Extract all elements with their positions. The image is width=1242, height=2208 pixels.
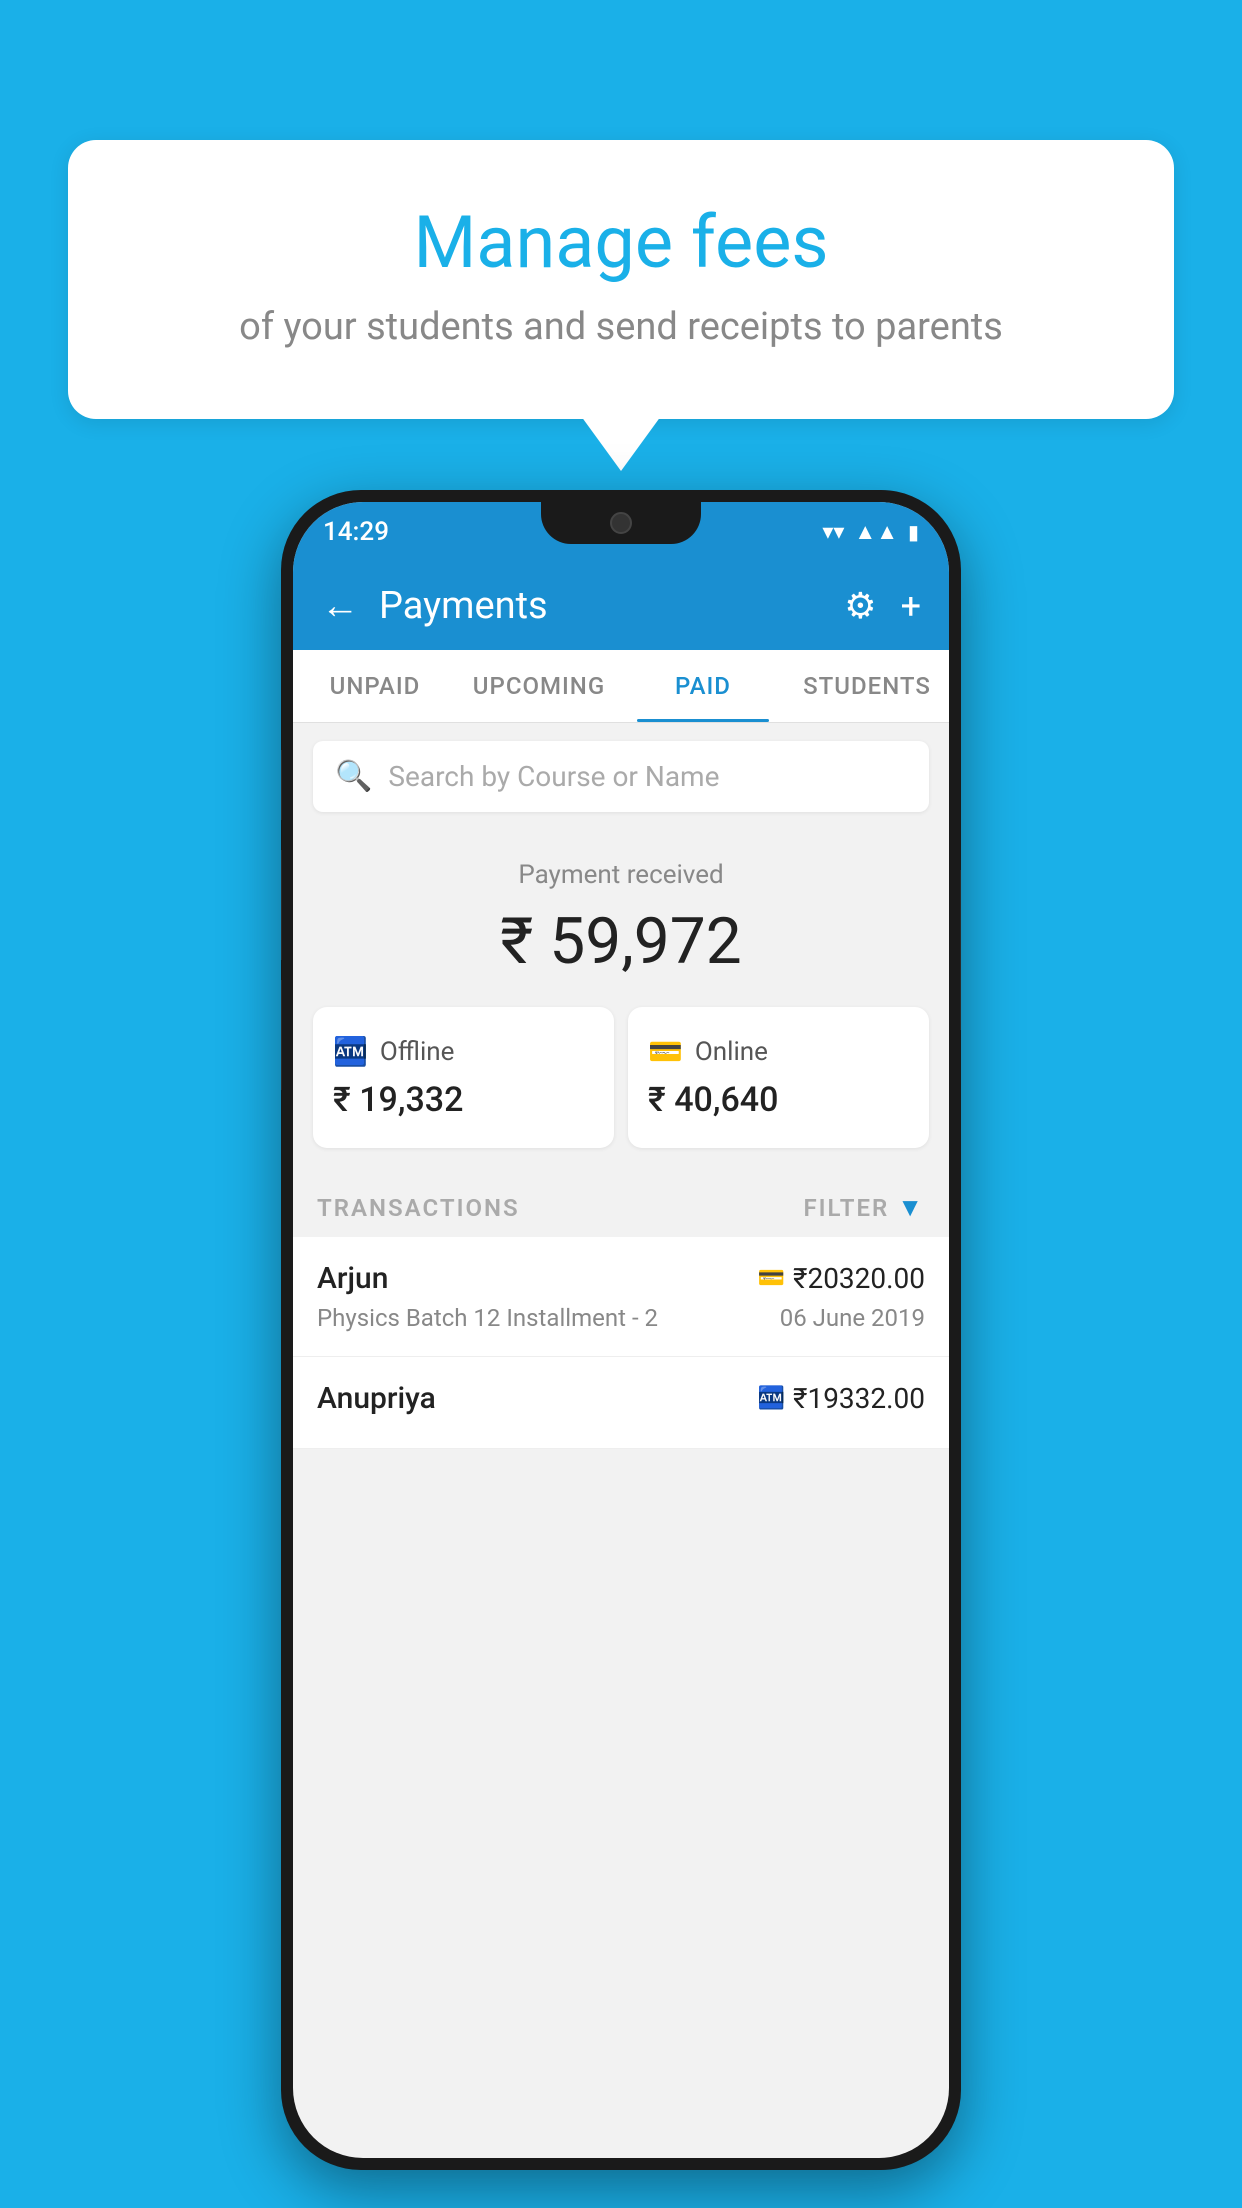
wifi-icon: ▾▾: [822, 520, 844, 545]
tab-students[interactable]: STUDENTS: [785, 650, 949, 722]
online-card: 💳 Online ₹ 40,640: [628, 1007, 929, 1148]
status-icons: ▾▾ ▲▲ ▮: [822, 519, 919, 545]
transaction-name: Anupriya: [317, 1381, 436, 1416]
cash-payment-icon: 🏧: [758, 1386, 785, 1411]
side-button-vol-down2: [281, 980, 282, 1090]
camera: [610, 512, 632, 534]
app-bar: ← Payments ⚙ +: [293, 562, 949, 650]
card-payment-icon: 💳: [758, 1266, 785, 1291]
tab-bar: UNPAID UPCOMING PAID STUDENTS: [293, 650, 949, 723]
bubble-subtitle: of your students and send receipts to pa…: [118, 305, 1124, 349]
settings-icon[interactable]: ⚙: [844, 585, 876, 627]
table-row[interactable]: Arjun 💳 ₹20320.00 Physics Batch 12 Insta…: [293, 1237, 949, 1357]
phone-mockup: 14:29 ▾▾ ▲▲ ▮ ← Payments ⚙ + UNPAID: [281, 490, 961, 2170]
battery-icon: ▮: [908, 520, 919, 544]
speech-bubble: Manage fees of your students and send re…: [68, 140, 1174, 419]
search-icon: 🔍: [335, 759, 372, 794]
transaction-date: 06 June 2019: [780, 1304, 925, 1332]
table-row[interactable]: Anupriya 🏧 ₹19332.00: [293, 1357, 949, 1449]
payment-received-label: Payment received: [313, 860, 929, 890]
filter-button[interactable]: FILTER ▼: [803, 1192, 925, 1223]
phone-frame: 14:29 ▾▾ ▲▲ ▮ ← Payments ⚙ + UNPAID: [281, 490, 961, 2170]
online-amount: ₹ 40,640: [648, 1080, 909, 1120]
transaction-course: Physics Batch 12 Installment - 2: [317, 1304, 658, 1332]
offline-icon: 🏧: [333, 1035, 368, 1068]
offline-card: 🏧 Offline ₹ 19,332: [313, 1007, 614, 1148]
payment-received-section: Payment received ₹ 59,972: [293, 830, 949, 1007]
side-button-vol-up: [281, 750, 282, 820]
filter-icon: ▼: [897, 1192, 925, 1223]
add-icon[interactable]: +: [901, 585, 921, 627]
payment-cards: 🏧 Offline ₹ 19,332 💳 Online ₹ 40,640: [293, 1007, 949, 1170]
app-bar-title: Payments: [379, 584, 824, 628]
app-bar-actions: ⚙ +: [844, 585, 921, 627]
phone-screen: 14:29 ▾▾ ▲▲ ▮ ← Payments ⚙ + UNPAID: [293, 502, 949, 2158]
status-time: 14:29: [323, 517, 389, 547]
offline-label: Offline: [380, 1037, 455, 1067]
transactions-label: TRANSACTIONS: [317, 1194, 520, 1222]
phone-notch: [541, 502, 701, 544]
back-button[interactable]: ←: [321, 584, 359, 628]
transaction-amount: 💳 ₹20320.00: [758, 1262, 925, 1295]
search-bar[interactable]: 🔍 Search by Course or Name: [313, 741, 929, 812]
tab-unpaid[interactable]: UNPAID: [293, 650, 457, 722]
offline-amount: ₹ 19,332: [333, 1080, 594, 1120]
signal-icon: ▲▲: [854, 519, 898, 545]
filter-label: FILTER: [803, 1194, 889, 1222]
tab-paid[interactable]: PAID: [621, 650, 785, 722]
transaction-amount: 🏧 ₹19332.00: [758, 1382, 925, 1415]
tab-upcoming[interactable]: UPCOMING: [457, 650, 621, 722]
transactions-header: TRANSACTIONS FILTER ▼: [293, 1170, 949, 1237]
payment-received-amount: ₹ 59,972: [313, 904, 929, 979]
side-button-vol-down: [281, 850, 282, 960]
bubble-title: Manage fees: [118, 200, 1124, 285]
online-label: Online: [695, 1037, 768, 1067]
side-button-power: [960, 870, 961, 1030]
transaction-list: Arjun 💳 ₹20320.00 Physics Batch 12 Insta…: [293, 1237, 949, 1449]
transaction-name: Arjun: [317, 1261, 388, 1296]
search-input[interactable]: Search by Course or Name: [388, 760, 719, 793]
online-icon: 💳: [648, 1035, 683, 1068]
